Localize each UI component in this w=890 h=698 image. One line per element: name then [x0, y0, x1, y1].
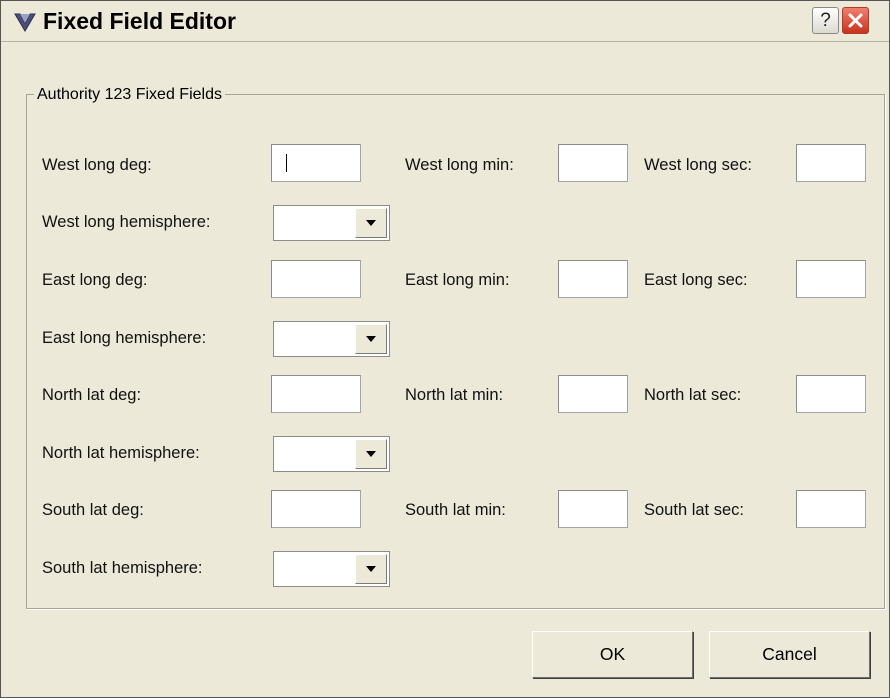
- chevron-down-icon: [366, 566, 376, 572]
- chevron-down-icon: [366, 220, 376, 226]
- east-long-min-input[interactable]: [558, 260, 628, 298]
- south-lat-min-input[interactable]: [558, 490, 628, 528]
- north-lat-hemisphere-select[interactable]: [273, 436, 390, 472]
- close-button[interactable]: [842, 7, 869, 34]
- north-lat-deg-label: North lat deg:: [42, 386, 142, 404]
- north-lat-sec-label: North lat sec:: [644, 386, 742, 404]
- north-lat-min-input[interactable]: [558, 375, 628, 413]
- east-long-hemisphere-label: East long hemisphere:: [42, 329, 207, 347]
- west-long-deg-input[interactable]: [271, 144, 361, 182]
- window-title: Fixed Field Editor: [43, 8, 236, 34]
- west-long-hemisphere-label: West long hemisphere:: [42, 213, 211, 231]
- help-button[interactable]: ?: [812, 7, 839, 34]
- south-lat-hemisphere-label: South lat hemisphere:: [42, 559, 203, 577]
- text-caret: [286, 154, 287, 172]
- cancel-button[interactable]: Cancel: [709, 631, 870, 678]
- close-icon: [848, 13, 863, 28]
- west-long-sec-label: West long sec:: [644, 156, 752, 174]
- east-long-sec-input[interactable]: [796, 260, 866, 298]
- south-lat-sec-label: South lat sec:: [644, 501, 744, 519]
- north-lat-sec-input[interactable]: [796, 375, 866, 413]
- app-logo-icon: [14, 13, 36, 32]
- north-lat-hemisphere-label: North lat hemisphere:: [42, 444, 200, 462]
- north-lat-deg-input[interactable]: [271, 375, 361, 413]
- east-long-deg-input[interactable]: [271, 260, 361, 298]
- east-long-hemisphere-select[interactable]: [273, 321, 390, 357]
- dropdown-button[interactable]: [355, 439, 387, 469]
- chevron-down-icon: [366, 336, 376, 342]
- chevron-down-icon: [366, 451, 376, 457]
- dropdown-button[interactable]: [355, 554, 387, 584]
- ok-button[interactable]: OK: [532, 631, 693, 678]
- dropdown-button[interactable]: [355, 208, 387, 238]
- west-long-min-label: West long min:: [405, 156, 514, 174]
- fixed-field-editor-dialog: Fixed Field Editor ? Authority 123 Fixed…: [0, 0, 890, 698]
- help-icon: ?: [820, 9, 831, 31]
- title-bar[interactable]: Fixed Field Editor ?: [1, 1, 889, 42]
- dropdown-button[interactable]: [355, 324, 387, 354]
- south-lat-deg-input[interactable]: [271, 490, 361, 528]
- groupbox-title: Authority 123 Fixed Fields: [34, 86, 225, 104]
- south-lat-sec-input[interactable]: [796, 490, 866, 528]
- west-long-hemisphere-select[interactable]: [273, 205, 390, 241]
- west-long-sec-input[interactable]: [796, 144, 866, 182]
- east-long-deg-label: East long deg:: [42, 271, 148, 289]
- east-long-min-label: East long min:: [405, 271, 510, 289]
- north-lat-min-label: North lat min:: [405, 386, 504, 404]
- south-lat-deg-label: South lat deg:: [42, 501, 144, 519]
- south-lat-hemisphere-select[interactable]: [273, 551, 390, 587]
- west-long-deg-label: West long deg:: [42, 156, 152, 174]
- south-lat-min-label: South lat min:: [405, 501, 506, 519]
- west-long-min-input[interactable]: [558, 144, 628, 182]
- east-long-sec-label: East long sec:: [644, 271, 748, 289]
